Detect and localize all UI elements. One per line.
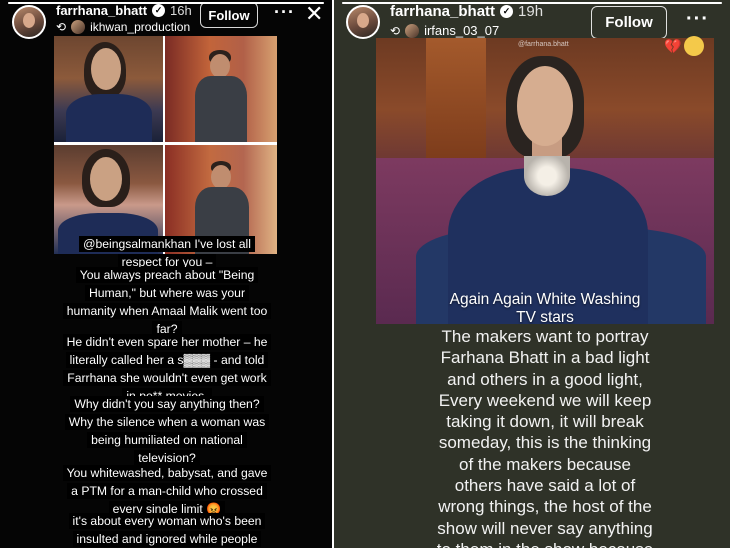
body-line: taking it down, it will break (446, 412, 644, 432)
avatar[interactable] (346, 5, 380, 39)
body-line: wrong things, the host of the (438, 497, 652, 517)
photo-face (517, 66, 573, 146)
close-icon[interactable]: ✕ (305, 3, 323, 25)
username[interactable]: farrhana_bhatt (390, 3, 495, 20)
username[interactable]: farrhana_bhatt (56, 3, 147, 18)
more-options-icon[interactable]: ··· (274, 2, 295, 23)
caption-text: @beingsalmankhan I've lost all respect f… (79, 236, 255, 270)
pleading-face-emoji (684, 36, 704, 56)
collage-photo-woman-1 (54, 36, 163, 142)
repost-avatar (405, 23, 420, 38)
body-line: show will never say anything (437, 518, 653, 538)
username-row[interactable]: farrhana_bhatt ✓ 19h (390, 3, 543, 20)
body-line: Every weekend we will keep (438, 390, 652, 410)
body-line: someday, this is the thinking (438, 433, 652, 453)
verified-badge-icon: ✓ (500, 5, 514, 18)
photo-collage (54, 36, 277, 254)
body-line: to them in the show because (376, 539, 714, 548)
photo-watermark: @farrhana.bhatt (518, 41, 569, 48)
right-story[interactable]: farrhana_bhatt ✓ 19h ⟲ irfans_03_07 Foll… (334, 0, 730, 548)
photo-background-pillar (426, 38, 486, 168)
caption-block-5: You whitewashed, babysat, and gave a PTM… (62, 464, 272, 518)
verified-badge-icon: ✓ (152, 4, 166, 17)
repost-source[interactable]: ⟲ irfans_03_07 (390, 23, 499, 38)
username-row[interactable]: farrhana_bhatt ✓ 16h (56, 3, 192, 18)
repost-username[interactable]: ikhwan_production (90, 20, 190, 34)
caption-block-2: You always preach about "Being Human," b… (62, 266, 272, 338)
broken-heart-emoji: 💔 (664, 38, 682, 54)
image-caption-line-1: Again Again White Washing (449, 291, 641, 308)
caption-text: Why didn't you say anything then? Why th… (64, 396, 270, 466)
repost-source[interactable]: ⟲ ikhwan_production (56, 20, 190, 34)
caption-block-6: it's about every woman who's been insult… (62, 512, 272, 548)
caption-text: it's about every woman who's been insult… (68, 513, 266, 548)
photo-necklace (524, 156, 570, 196)
collage-photo-man-1 (165, 36, 277, 142)
caption-text: You whitewashed, babysat, and gave a PTM… (62, 465, 272, 517)
more-options-icon[interactable]: ··· (686, 8, 709, 31)
caption-text: He didn't even spare her mother – he lit… (62, 334, 272, 404)
repost-icon: ⟲ (56, 20, 67, 34)
body-line: and others in a good light, (447, 369, 643, 389)
story-body-text: The makers want to portray Farhana Bhatt… (376, 326, 714, 548)
body-line: of the makers because (459, 454, 631, 474)
follow-button[interactable]: Follow (200, 2, 258, 28)
repost-avatar (71, 20, 86, 34)
post-time: 16h (170, 3, 192, 18)
post-time: 19h (518, 3, 544, 20)
avatar[interactable] (12, 5, 46, 39)
left-story[interactable]: farrhana_bhatt ✓ 16h ⟲ ikhwan_production… (0, 0, 332, 548)
body-line: The makers want to portray (441, 327, 649, 346)
story-photo: @farrhana.bhatt Again Again White Washin… (376, 38, 714, 324)
caption-text: You always preach about "Being Human," b… (62, 267, 272, 337)
image-caption-line-2: TV stars (516, 309, 574, 324)
repost-icon: ⟲ (390, 23, 401, 38)
caption-block-4: Why didn't you say anything then? Why th… (62, 395, 272, 467)
body-line: Farhana Bhatt in a bad light (440, 348, 650, 368)
follow-button[interactable]: Follow (591, 6, 667, 39)
repost-username[interactable]: irfans_03_07 (424, 23, 499, 38)
body-line: others have said a lot of (454, 476, 636, 496)
